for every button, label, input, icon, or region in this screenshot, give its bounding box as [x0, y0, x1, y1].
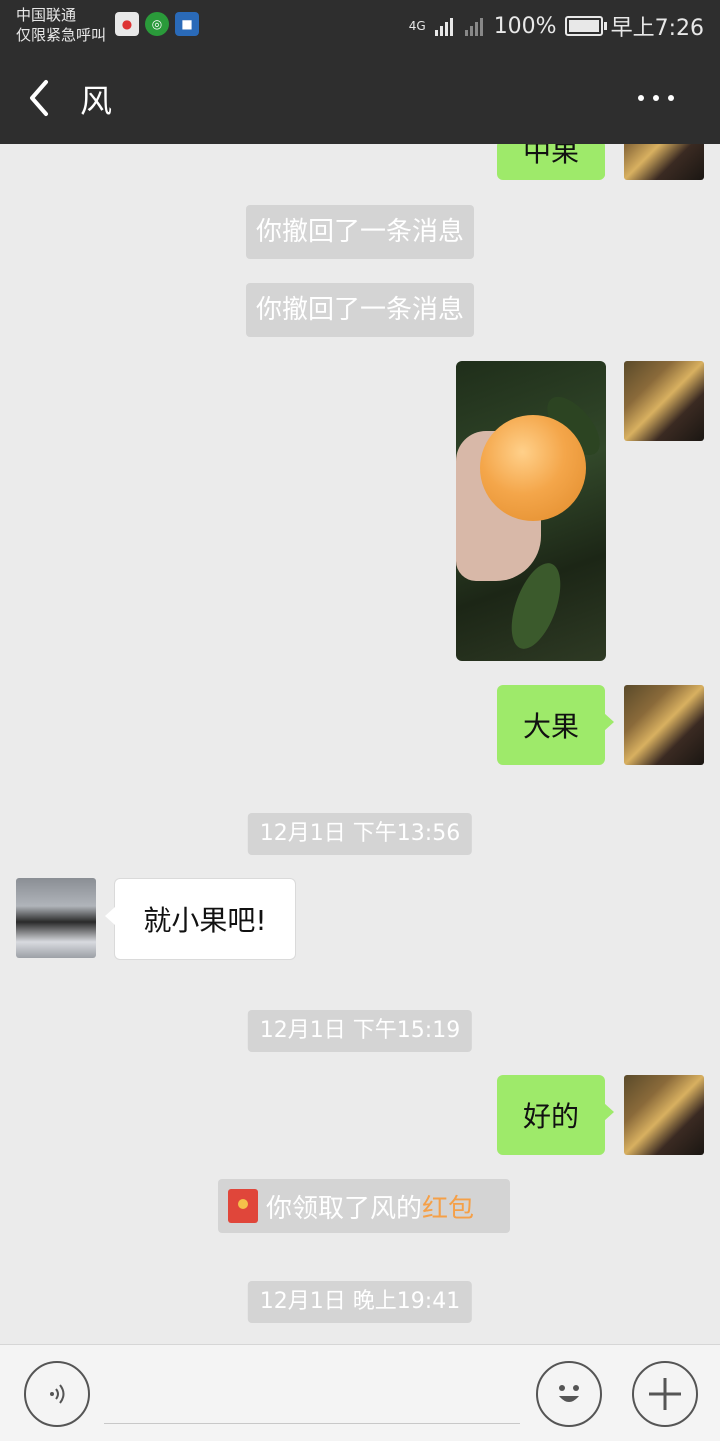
network-type: 4G — [408, 19, 426, 33]
signal-icon — [434, 18, 453, 36]
notification-icons: ● ◎ ■ — [115, 12, 199, 36]
red-packet-link[interactable]: 红包 — [422, 1194, 474, 1224]
timestamp: 12月1日 下午13:56 — [247, 813, 473, 855]
message-bubble-sent[interactable]: 好的 — [497, 1075, 614, 1155]
app-notification-icon: ◎ — [145, 12, 169, 36]
emoji-icon[interactable] — [536, 1361, 602, 1427]
red-packet-label: 你领取了风的 — [266, 1193, 423, 1224]
app-notification-icon: ● — [115, 12, 139, 36]
battery-percent: 100% — [493, 13, 557, 39]
timestamp: 12月1日 下午15:19 — [247, 1010, 473, 1052]
chevron-left-icon[interactable] — [22, 74, 62, 122]
timestamp: 12月1日 晚上19:41 — [247, 1281, 473, 1323]
input-bar — [0, 1344, 720, 1441]
carrier-info: 中国联通 仅限紧急呼叫 — [16, 5, 106, 45]
voice-icon[interactable] — [24, 1361, 90, 1427]
more-icon[interactable] — [638, 88, 686, 108]
message-bubble-sent[interactable]: 中果 — [497, 144, 605, 180]
my-avatar[interactable] — [624, 144, 704, 180]
recall-notice: 你撤回了一条消息 — [245, 283, 475, 337]
carrier-name: 中国联通 — [16, 6, 77, 24]
battery-icon — [564, 16, 607, 36]
status-right: 4G 100% 早上7:26 — [409, 10, 704, 42]
red-packet-notice: 你领取了风的红包 — [218, 1179, 510, 1233]
my-avatar[interactable] — [624, 361, 704, 441]
image-message[interactable] — [456, 361, 606, 661]
photo-orange — [480, 415, 586, 521]
my-avatar[interactable] — [624, 685, 704, 765]
clock: 早上7:26 — [610, 16, 704, 41]
status-bar: 中国联通 仅限紧急呼叫 ● ◎ ■ 4G 100% 早上7:26 — [0, 0, 720, 52]
message-bubble-received[interactable]: 就小果吧! — [105, 878, 296, 960]
chat-header: 风 — [0, 52, 720, 144]
my-avatar[interactable] — [624, 1075, 704, 1155]
message-bubble-sent[interactable]: 大果 — [497, 685, 614, 765]
emergency-text: 仅限紧急呼叫 — [16, 26, 107, 44]
signal-icon — [464, 18, 483, 36]
red-packet-text: 你领取了风的红包 — [266, 1188, 474, 1225]
contact-avatar[interactable] — [16, 878, 96, 958]
app-notification-icon: ■ — [175, 12, 199, 36]
red-packet-icon — [228, 1189, 258, 1223]
message-input[interactable] — [104, 1423, 520, 1424]
chat-title: 风 — [80, 82, 113, 120]
recall-notice: 你撤回了一条消息 — [245, 205, 475, 259]
message-list[interactable]: 中果 你撤回了一条消息 你撤回了一条消息 大果 12月1日 下午13:56 就小… — [0, 144, 720, 1344]
plus-icon[interactable] — [632, 1361, 698, 1427]
